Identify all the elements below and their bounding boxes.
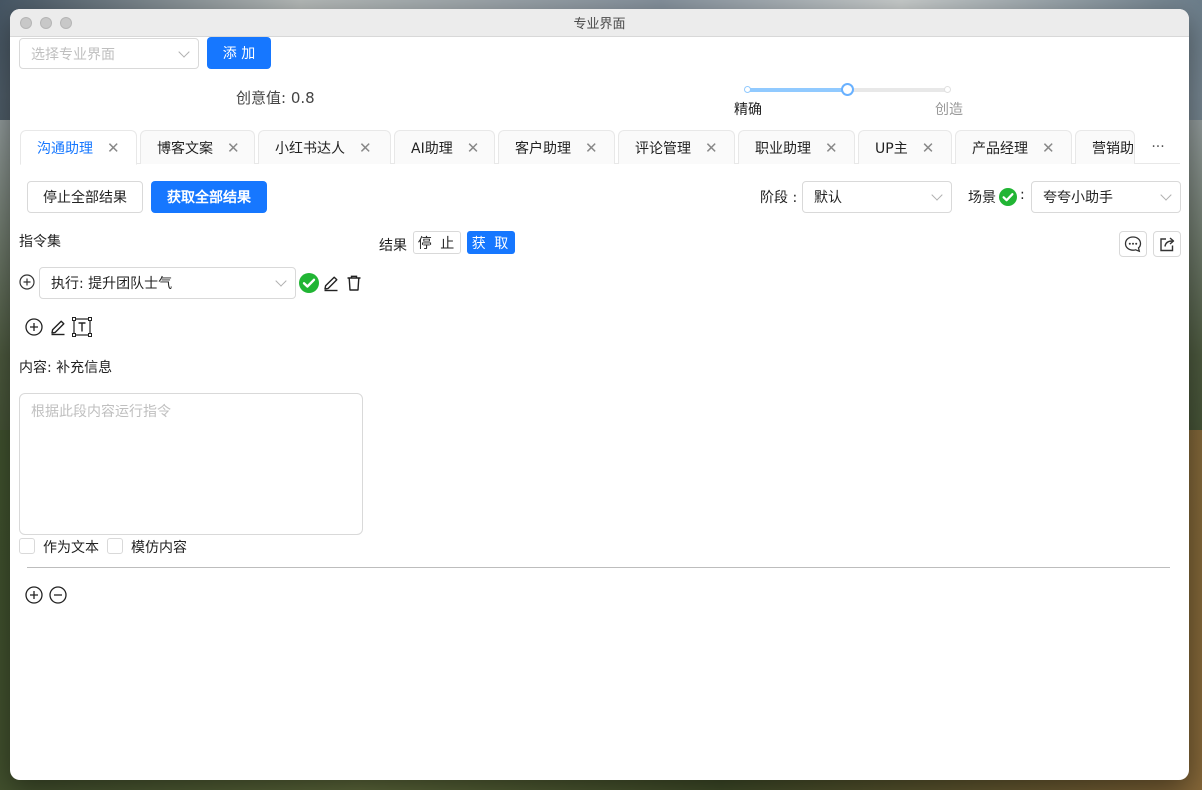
add-circle-icon[interactable] [19,274,35,290]
window-controls [20,16,72,29]
tab-xiaohongshu[interactable]: 小红书达人 ✕ [258,130,391,164]
stage-select[interactable]: 默认 [802,181,952,213]
divider [27,567,1170,568]
tab-label: 客户助理 [515,140,571,157]
tab-customer[interactable]: 客户助理 ✕ [498,130,615,164]
content-label: 内容: 补充信息 [19,360,113,376]
add-circle-icon[interactable] [25,318,43,336]
close-icon[interactable]: ✕ [227,139,240,157]
tab-label: 博客文案 [157,140,213,157]
creativity-slider-handle[interactable] [841,83,854,96]
share-icon [1160,237,1175,252]
remove-circle-icon[interactable] [49,586,67,604]
as-text-checkbox[interactable] [19,538,35,554]
profession-select-placeholder: 选择专业界面 [31,46,115,63]
tab-label: 小红书达人 [275,140,345,157]
scene-colon: : [1020,187,1025,203]
scene-select[interactable]: 夸夸小助手 [1031,181,1181,213]
command-select-value: 执行: 提升团队士气 [51,276,173,292]
command-set-heading: 指令集 [19,234,61,250]
imitate-content-label: 模仿内容 [131,540,187,556]
chevron-down-icon [178,45,190,58]
get-all-results-button[interactable]: 获取全部结果 [151,181,267,213]
tab-label: UP主 [875,140,908,157]
tabs-more-button[interactable]: ··· [1138,130,1178,163]
check-circle-icon [999,188,1017,206]
close-icon[interactable]: ✕ [1042,139,1055,157]
tab-up-host[interactable]: UP主 ✕ [858,130,952,164]
title-bar: 专业界面 [10,9,1189,37]
tab-communication[interactable]: 沟通助理 ✕ [20,130,137,165]
edit-icon[interactable] [49,318,67,336]
slider-label-creative: 创造 [935,102,963,118]
creativity-slider-fill [748,88,848,92]
chevron-down-icon [275,275,287,287]
tab-label: 评论管理 [635,140,691,157]
slider-dot-creative[interactable] [944,86,951,93]
assistant-tabs: 沟通助理 ✕ 博客文案 ✕ 小红书达人 ✕ AI助理 ✕ 客户助理 ✕ 评论管理 ✕ 职业助… [20,130,1180,165]
chevron-down-icon [931,189,943,201]
chat-button[interactable] [1119,231,1147,257]
fetch-result-button[interactable]: 获 取 [467,231,515,254]
tab-ai-assistant[interactable]: AI助理 ✕ [394,130,495,164]
zoom-window-button[interactable] [60,16,72,29]
close-icon[interactable]: ✕ [705,139,718,157]
stop-result-button[interactable]: 停 止 [413,231,461,254]
content-textarea-placeholder: 根据此段内容运行指令 [31,404,171,420]
scene-label: 场景 [968,190,996,206]
window-title: 专业界面 [573,17,626,32]
chat-bubble-icon [1124,236,1142,253]
stage-select-value: 默认 [814,190,842,206]
creativity-label: 创意值: 0.8 [236,89,315,107]
edit-icon[interactable] [322,274,340,292]
check-circle-icon[interactable] [299,273,319,293]
close-icon[interactable]: ✕ [107,139,120,157]
close-icon[interactable]: ✕ [359,139,372,157]
close-window-button[interactable] [20,16,32,29]
close-icon[interactable]: ✕ [585,139,598,157]
command-select[interactable]: 执行: 提升团队士气 [39,267,296,299]
close-icon[interactable]: ✕ [467,139,480,157]
tab-marketing[interactable]: 营销助理 [1075,130,1135,164]
add-circle-icon[interactable] [25,586,43,604]
profession-select[interactable]: 选择专业界面 [19,38,199,69]
text-box-icon[interactable] [72,317,92,337]
chevron-down-icon [1160,189,1172,201]
share-button[interactable] [1153,231,1181,257]
tab-label: 产品经理 [972,140,1028,157]
tab-label: 沟通助理 [37,140,93,157]
app-window: 专业界面 选择专业界面 添 加 创意值: 0.8 精确 创造 沟通助理 ✕ 博客文… [10,9,1189,780]
tab-product-manager[interactable]: 产品经理 ✕ [955,130,1072,164]
delete-icon[interactable] [345,274,363,292]
minimize-window-button[interactable] [40,16,52,29]
add-button[interactable]: 添 加 [207,37,271,69]
content-textarea[interactable]: 根据此段内容运行指令 [19,393,363,535]
scene-select-value: 夸夸小助手 [1043,190,1113,206]
stop-all-results-button[interactable]: 停止全部结果 [27,181,143,213]
close-icon[interactable]: ✕ [922,139,935,157]
stage-label: 阶段 : [760,190,798,206]
slider-dot-precise[interactable] [744,86,751,93]
close-icon[interactable]: ✕ [825,139,838,157]
tab-label: AI助理 [411,140,453,157]
tab-blog[interactable]: 博客文案 ✕ [140,130,255,164]
tab-comments[interactable]: 评论管理 ✕ [618,130,735,164]
as-text-label: 作为文本 [43,540,99,556]
results-label: 结果 [379,238,407,254]
slider-label-precise: 精确 [734,102,762,118]
tab-label: 职业助理 [755,140,811,157]
imitate-content-checkbox[interactable] [107,538,123,554]
tab-label: 营销助理 [1092,140,1134,157]
tab-career[interactable]: 职业助理 ✕ [738,130,855,164]
